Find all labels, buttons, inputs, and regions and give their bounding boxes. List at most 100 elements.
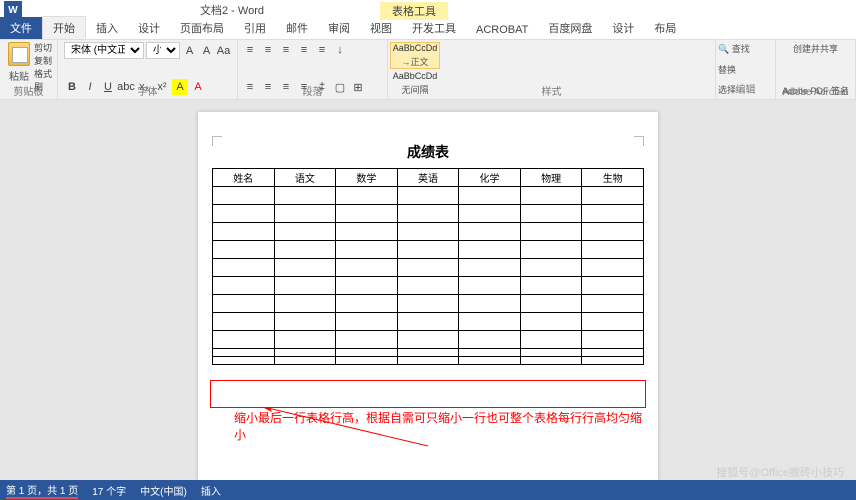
tab-developer[interactable]: 开发工具 (402, 17, 466, 39)
change-case-icon[interactable]: Aa (216, 43, 231, 59)
cut-button[interactable]: 剪切 (34, 42, 57, 55)
tab-home[interactable]: 开始 (42, 16, 86, 39)
table-cell[interactable] (520, 277, 582, 295)
tab-baidu[interactable]: 百度网盘 (538, 17, 602, 39)
table-cell[interactable] (397, 277, 459, 295)
table-cell[interactable] (274, 223, 336, 241)
style-标题 1[interactable]: AaBb(标题 1 (390, 98, 440, 99)
tab-table-design[interactable]: 设计 (602, 17, 644, 39)
table-cell[interactable] (213, 259, 275, 277)
table-cell[interactable] (213, 187, 275, 205)
tab-mailings[interactable]: 邮件 (276, 17, 318, 39)
indent-inc-icon[interactable]: ≡ (314, 42, 330, 58)
table-cell[interactable] (459, 241, 521, 259)
tab-design[interactable]: 设计 (128, 17, 170, 39)
table-cell[interactable] (336, 295, 398, 313)
tab-acrobat[interactable]: ACROBAT (466, 21, 538, 39)
table-cell[interactable] (274, 331, 336, 349)
tab-view[interactable]: 视图 (360, 17, 402, 39)
table-cell[interactable] (582, 223, 644, 241)
copy-button[interactable]: 复制 (34, 55, 57, 68)
find-button[interactable]: 🔍 查找 (718, 42, 773, 56)
table-cell[interactable] (213, 331, 275, 349)
table-cell[interactable] (582, 205, 644, 223)
table-cell[interactable] (274, 187, 336, 205)
table-cell[interactable] (274, 295, 336, 313)
table-cell-compressed[interactable] (397, 349, 459, 357)
status-insert[interactable]: 插入 (201, 483, 221, 498)
table-cell[interactable] (274, 277, 336, 295)
table-cell[interactable] (459, 205, 521, 223)
tab-insert[interactable]: 插入 (86, 17, 128, 39)
table-cell[interactable] (397, 331, 459, 349)
tab-file[interactable]: 文件 (0, 17, 42, 39)
table-header[interactable]: 物理 (520, 169, 582, 187)
table-cell[interactable] (520, 187, 582, 205)
table-cell[interactable] (213, 223, 275, 241)
table-cell[interactable] (274, 241, 336, 259)
table-cell[interactable] (274, 313, 336, 331)
table-cell-compressed[interactable] (582, 349, 644, 357)
tab-table-layout[interactable]: 布局 (644, 17, 686, 39)
table-cell[interactable] (459, 331, 521, 349)
table-cell-compressed[interactable] (336, 349, 398, 357)
table-header[interactable]: 英语 (397, 169, 459, 187)
table-cell-compressed[interactable] (274, 349, 336, 357)
table-cell[interactable] (336, 259, 398, 277)
table-cell[interactable] (336, 187, 398, 205)
table-cell[interactable] (459, 295, 521, 313)
numbering-icon[interactable]: ≡ (260, 42, 276, 58)
table-cell[interactable] (336, 313, 398, 331)
score-table[interactable]: 姓名语文数学英语化学物理生物 (212, 168, 644, 365)
table-cell[interactable] (582, 295, 644, 313)
table-cell[interactable] (582, 313, 644, 331)
status-words[interactable]: 17 个字 (92, 483, 126, 498)
table-cell[interactable] (520, 241, 582, 259)
table-cell[interactable] (274, 205, 336, 223)
replace-button[interactable]: 替换 (718, 63, 773, 77)
grow-font-icon[interactable]: A (182, 43, 197, 59)
table-header[interactable]: 化学 (459, 169, 521, 187)
table-cell[interactable] (520, 223, 582, 241)
table-cell[interactable] (582, 277, 644, 295)
status-page[interactable]: 第 1 页，共 1 页 (6, 482, 78, 499)
table-cell-compressed[interactable] (459, 357, 521, 365)
table-header[interactable]: 生物 (582, 169, 644, 187)
table-cell[interactable] (336, 331, 398, 349)
table-cell-compressed[interactable] (520, 349, 582, 357)
table-header[interactable]: 语文 (274, 169, 336, 187)
indent-dec-icon[interactable]: ≡ (296, 42, 312, 58)
table-cell-compressed[interactable] (336, 357, 398, 365)
table-cell[interactable] (336, 277, 398, 295)
table-cell[interactable] (520, 259, 582, 277)
table-cell[interactable] (582, 331, 644, 349)
style-→正文[interactable]: AaBbCcDd→正文 (390, 42, 440, 69)
table-cell[interactable] (459, 277, 521, 295)
table-cell-compressed[interactable] (213, 349, 275, 357)
table-header[interactable]: 数学 (336, 169, 398, 187)
table-cell-compressed[interactable] (213, 357, 275, 365)
table-cell[interactable] (213, 241, 275, 259)
table-cell[interactable] (213, 277, 275, 295)
table-header[interactable]: 姓名 (213, 169, 275, 187)
document-area[interactable]: 成绩表 姓名语文数学英语化学物理生物 缩小最后一行表格行高，根据自需可只缩小一行… (0, 100, 856, 480)
table-cell[interactable] (397, 187, 459, 205)
table-cell[interactable] (397, 259, 459, 277)
table-cell[interactable] (582, 187, 644, 205)
status-language[interactable]: 中文(中国) (140, 483, 187, 498)
table-cell[interactable] (520, 313, 582, 331)
table-cell[interactable] (520, 205, 582, 223)
table-cell[interactable] (336, 241, 398, 259)
table-cell[interactable] (582, 241, 644, 259)
font-name-select[interactable]: 宋体 (中文正) (64, 42, 144, 59)
table-cell[interactable] (520, 331, 582, 349)
table-cell[interactable] (459, 313, 521, 331)
table-cell-compressed[interactable] (459, 349, 521, 357)
sort-icon[interactable]: ↓ (332, 42, 348, 58)
table-cell[interactable] (459, 223, 521, 241)
table-cell[interactable] (397, 241, 459, 259)
font-size-select[interactable]: 小三 (146, 42, 180, 59)
table-cell[interactable] (336, 205, 398, 223)
table-cell-compressed[interactable] (520, 357, 582, 365)
table-cell[interactable] (397, 313, 459, 331)
